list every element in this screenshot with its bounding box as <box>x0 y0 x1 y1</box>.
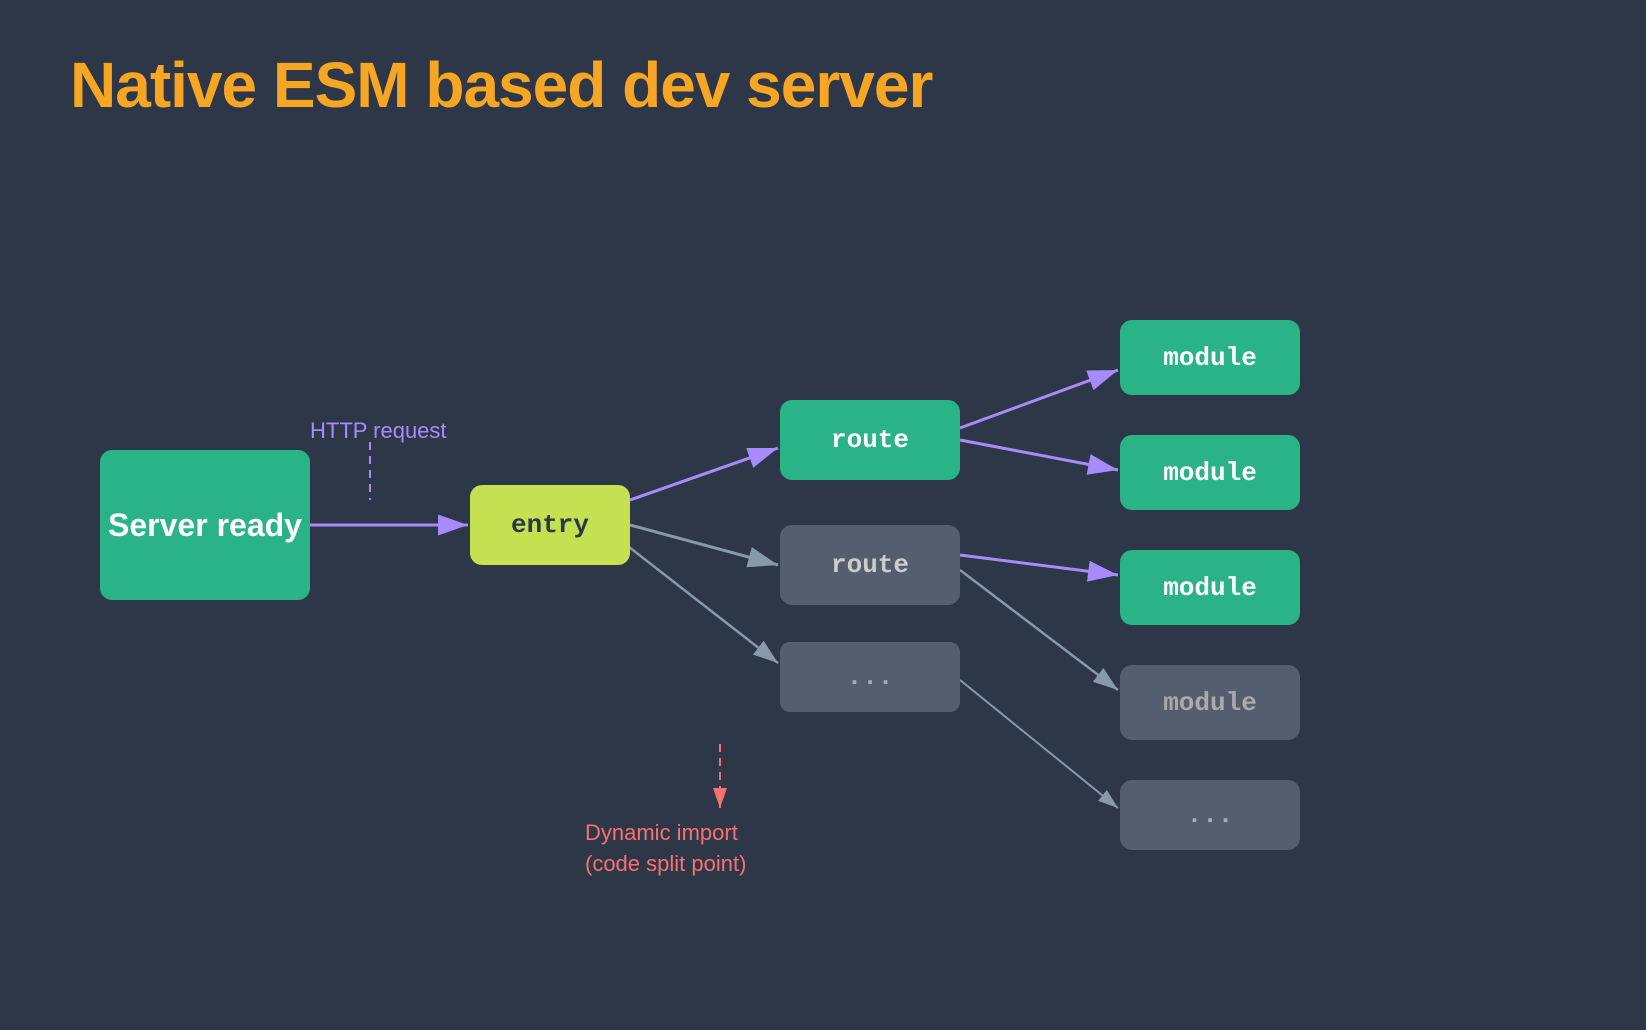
dots-right-node: ... <box>1120 780 1300 850</box>
page-title: Native ESM based dev server <box>70 48 932 122</box>
module2-node: module <box>1120 435 1300 510</box>
module1-node: module <box>1120 320 1300 395</box>
entry-node: entry <box>470 485 630 565</box>
dynamic-import-label: Dynamic import (code split point) <box>585 818 746 880</box>
http-request-label: HTTP request <box>310 418 447 444</box>
route1-node: route <box>780 400 960 480</box>
module3-node: module <box>1120 550 1300 625</box>
diagram: Server ready entry route route ... modul… <box>0 180 1646 960</box>
dots-left-node: ... <box>780 642 960 712</box>
route2-node: route <box>780 525 960 605</box>
server-ready-node: Server ready <box>100 450 310 600</box>
module4-node: module <box>1120 665 1300 740</box>
